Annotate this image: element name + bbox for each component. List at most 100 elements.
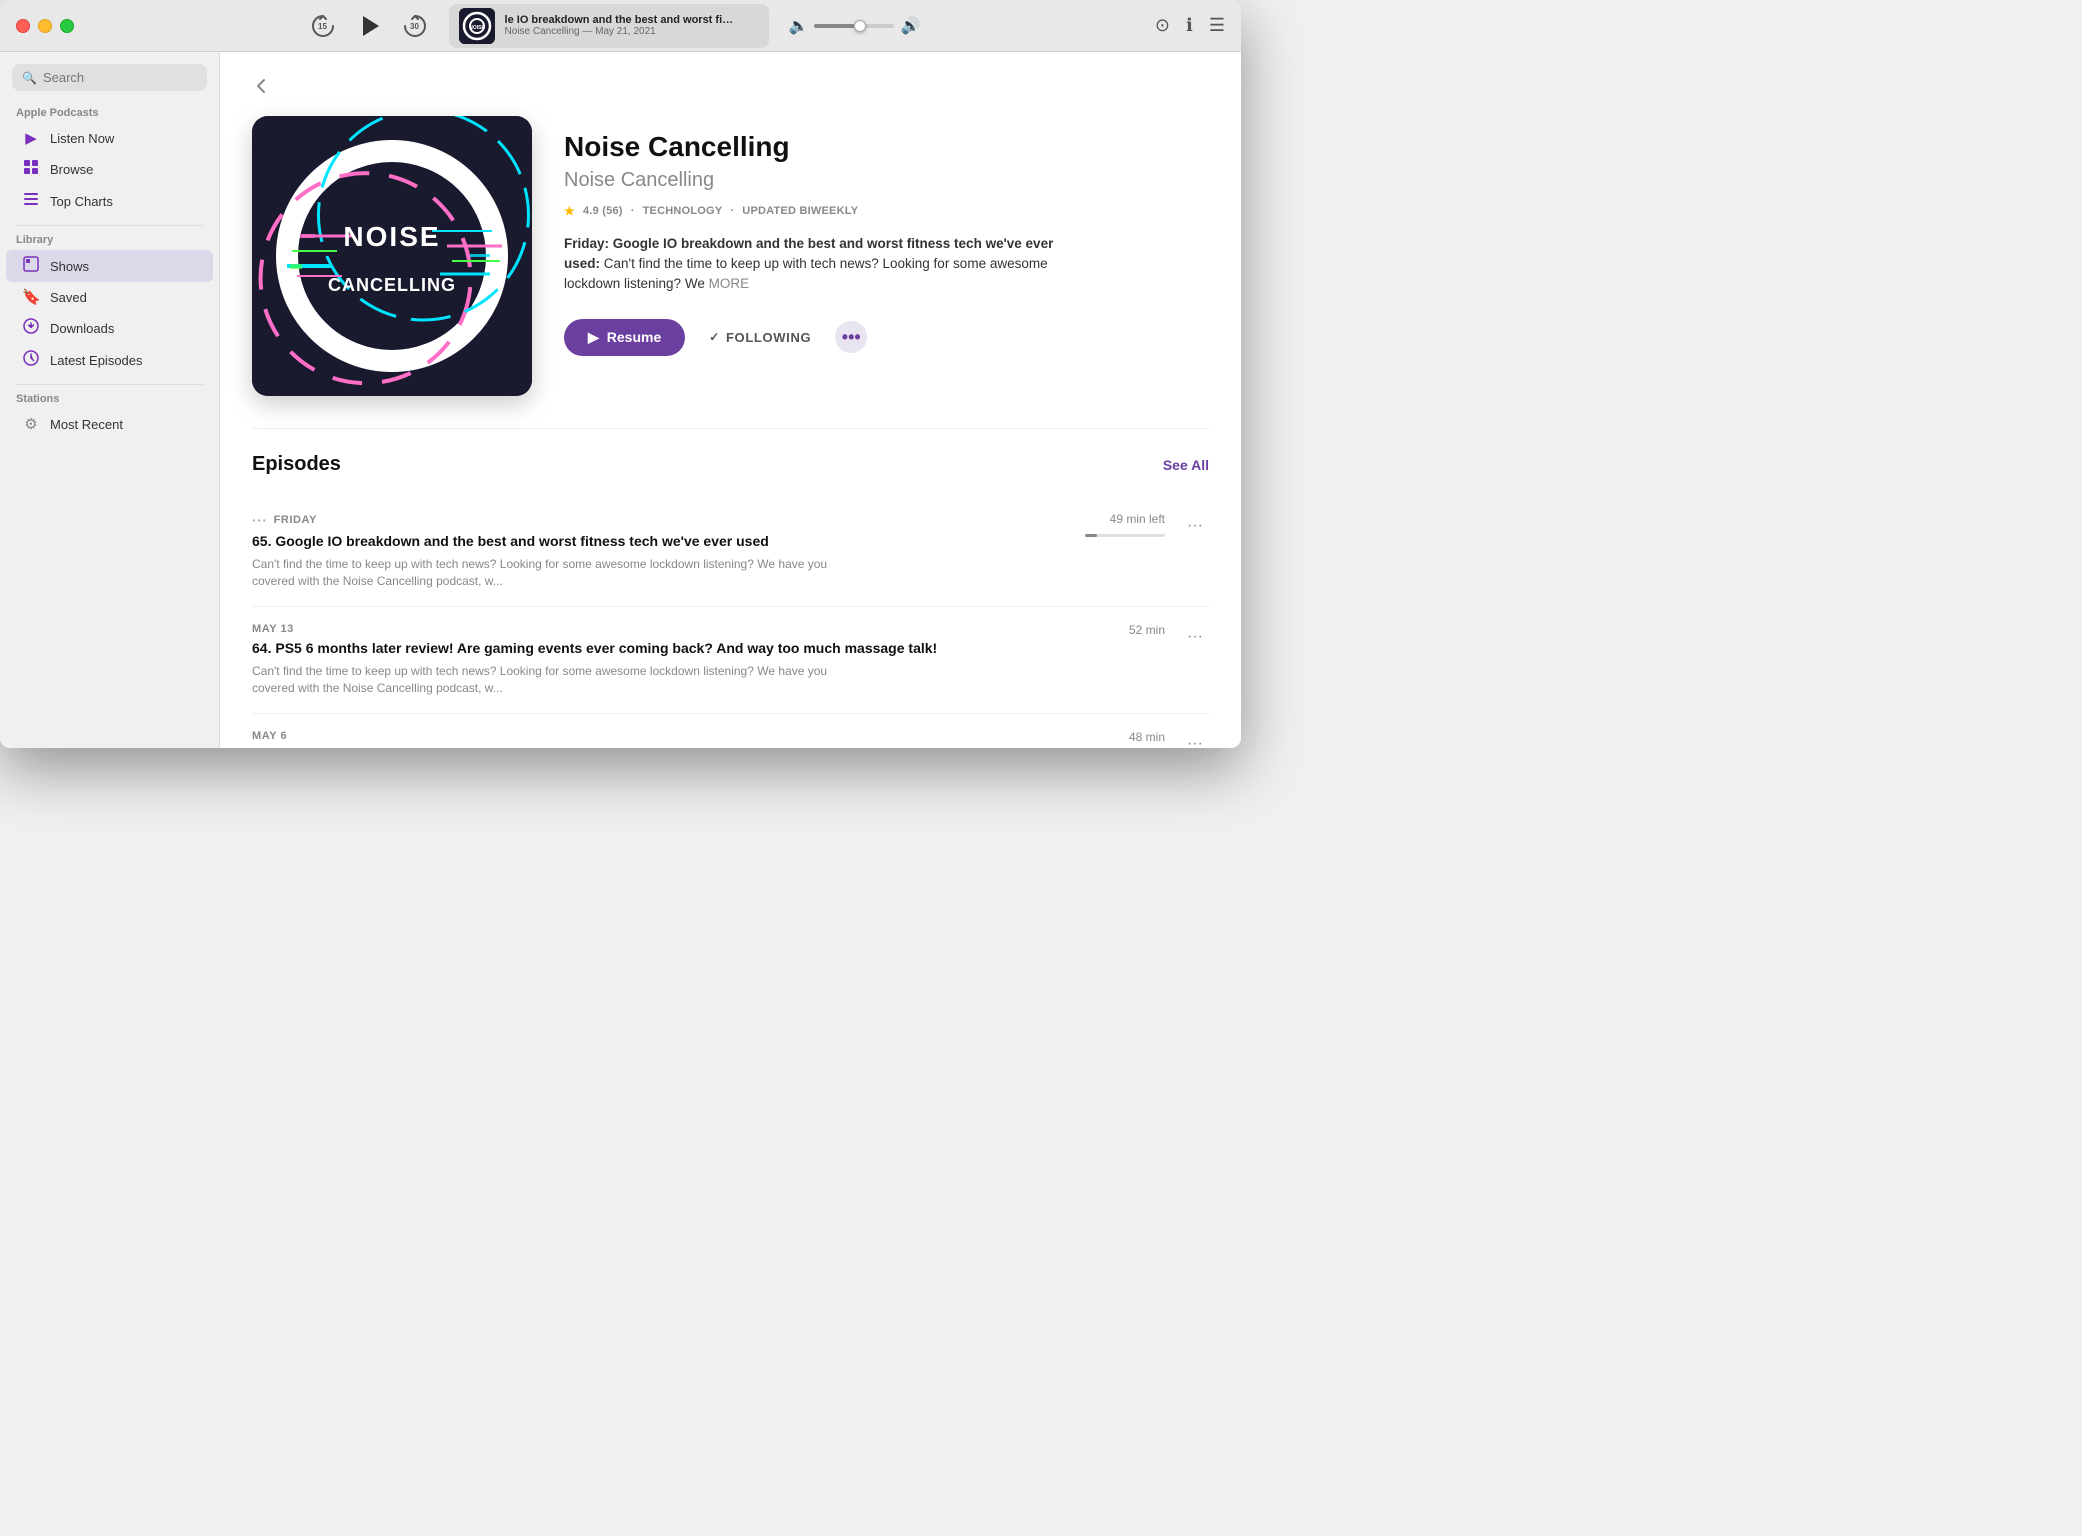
titlebar: 15 30 bbox=[0, 0, 1241, 52]
episode-title-2[interactable]: 63. The best and worst laptops you can b… bbox=[252, 746, 1029, 748]
checkmark-icon: ✓ bbox=[709, 330, 720, 344]
sidebar-item-browse[interactable]: Browse bbox=[6, 153, 213, 185]
close-button[interactable] bbox=[16, 19, 30, 33]
svg-text:15: 15 bbox=[318, 22, 327, 31]
titlebar-right: ⊙ ℹ ☰ bbox=[1155, 15, 1225, 36]
episode-duration-2: 48 min bbox=[1129, 730, 1165, 744]
volume-thumb bbox=[854, 20, 866, 32]
now-playing-artwork: NOISE bbox=[459, 8, 495, 44]
episode-meta-1: 52 min bbox=[1045, 623, 1165, 637]
gear-icon: ⚙ bbox=[22, 415, 40, 433]
sidebar-item-latest-episodes[interactable]: Latest Episodes bbox=[6, 344, 213, 376]
grid-icon bbox=[22, 159, 40, 179]
now-playing-widget[interactable]: NOISE le IO breakdown and the best and w… bbox=[449, 4, 769, 48]
sidebar-item-saved[interactable]: 🔖 Saved bbox=[6, 282, 213, 312]
more-link[interactable]: MORE bbox=[709, 276, 750, 291]
resume-button[interactable]: ▶ Resume bbox=[564, 319, 685, 356]
minimize-button[interactable] bbox=[38, 19, 52, 33]
episode-date-0: ··· FRIDAY bbox=[252, 512, 1029, 528]
rewind-button[interactable]: 15 bbox=[309, 12, 337, 40]
sidebar-divider-2 bbox=[16, 384, 203, 385]
titlebar-controls: 15 30 bbox=[74, 4, 1155, 48]
traffic-lights bbox=[16, 19, 74, 33]
sidebar-item-downloads[interactable]: Downloads bbox=[6, 312, 213, 344]
podcast-description: Friday: Google IO breakdown and the best… bbox=[564, 234, 1084, 295]
sidebar-shows-label: Shows bbox=[50, 259, 89, 274]
see-all-link[interactable]: See All bbox=[1163, 457, 1209, 473]
episodes-section: Episodes See All ··· FRIDAY 65. Google I… bbox=[252, 428, 1209, 748]
playback-controls: 15 30 bbox=[309, 12, 429, 40]
play-button[interactable] bbox=[355, 12, 383, 40]
sidebar-browse-label: Browse bbox=[50, 162, 93, 177]
episode-item-2: MAY 6 63. The best and worst laptops you… bbox=[252, 714, 1209, 748]
podcast-artwork: NOISE CANCELLING bbox=[252, 116, 532, 396]
search-input[interactable] bbox=[43, 70, 197, 85]
apple-podcasts-label: Apple Podcasts bbox=[0, 107, 219, 123]
volume-low-icon: 🔈 bbox=[789, 16, 809, 36]
update-frequency: UPDATED BIWEEKLY bbox=[742, 205, 858, 217]
back-button[interactable] bbox=[252, 76, 272, 96]
episode-date-1: MAY 13 bbox=[252, 623, 1029, 635]
episode-desc-1: Can't find the time to keep up with tech… bbox=[252, 663, 832, 697]
rating-value: 4.9 (56) bbox=[583, 205, 623, 217]
stations-label: Stations bbox=[0, 393, 219, 409]
episode-progress-fill-0 bbox=[1085, 534, 1097, 537]
info-icon[interactable]: ℹ bbox=[1186, 15, 1193, 36]
episodes-header: Episodes See All bbox=[252, 453, 1209, 476]
episode-title-0[interactable]: 65. Google IO breakdown and the best and… bbox=[252, 532, 1029, 550]
volume-slider[interactable] bbox=[814, 24, 894, 28]
episode-main-2: MAY 6 63. The best and worst laptops you… bbox=[252, 730, 1029, 748]
episode-more-button-1[interactable]: ··· bbox=[1181, 623, 1209, 651]
sidebar-item-shows[interactable]: Shows bbox=[6, 250, 213, 282]
episode-title-1[interactable]: 64. PS5 6 months later review! Are gamin… bbox=[252, 639, 1029, 657]
sidebar-most-recent-label: Most Recent bbox=[50, 417, 123, 432]
app-window: 15 30 bbox=[0, 0, 1241, 748]
menu-icon[interactable]: ☰ bbox=[1209, 15, 1225, 36]
episode-more-button-2[interactable]: ··· bbox=[1181, 730, 1209, 748]
maximize-button[interactable] bbox=[60, 19, 74, 33]
svg-text:CANCELLING: CANCELLING bbox=[328, 275, 456, 295]
sidebar-item-top-charts[interactable]: Top Charts bbox=[6, 185, 213, 217]
search-bar[interactable]: 🔍 bbox=[12, 64, 207, 91]
sidebar-top-charts-label: Top Charts bbox=[50, 194, 113, 209]
sidebar-divider-1 bbox=[16, 225, 203, 226]
volume-high-icon: 🔊 bbox=[900, 16, 920, 36]
svg-text:30: 30 bbox=[410, 22, 419, 31]
list-icon bbox=[22, 191, 40, 211]
clock-icon bbox=[22, 350, 40, 370]
episodes-title: Episodes bbox=[252, 453, 341, 476]
sidebar: 🔍 Apple Podcasts ▶ Listen Now Browse bbox=[0, 52, 220, 748]
download-icon bbox=[22, 318, 40, 338]
volume-control[interactable]: 🔈 🔊 bbox=[789, 16, 921, 36]
main-content: 🔍 Apple Podcasts ▶ Listen Now Browse bbox=[0, 52, 1241, 748]
sidebar-item-listen-now[interactable]: ▶ Listen Now bbox=[6, 123, 213, 153]
star-icon: ★ bbox=[564, 204, 575, 218]
category-label: TECHNOLOGY bbox=[643, 205, 723, 217]
volume-fill bbox=[814, 24, 854, 28]
library-label: Library bbox=[0, 234, 219, 250]
episode-main-0: ··· FRIDAY 65. Google IO breakdown and t… bbox=[252, 512, 1029, 590]
episode-duration-1: 52 min bbox=[1129, 623, 1165, 637]
sidebar-downloads-label: Downloads bbox=[50, 321, 114, 336]
podcast-header: NOISE CANCELLING Noise Cancelling Noise … bbox=[252, 116, 1209, 396]
more-options-button[interactable]: ••• bbox=[835, 321, 867, 353]
episode-desc-0: Can't find the time to keep up with tech… bbox=[252, 556, 832, 590]
svg-text:NOISE: NOISE bbox=[469, 25, 485, 31]
episode-progress-0 bbox=[1085, 534, 1165, 537]
sidebar-item-label: Listen Now bbox=[50, 131, 114, 146]
forward-button[interactable]: 30 bbox=[401, 12, 429, 40]
sidebar-latest-label: Latest Episodes bbox=[50, 353, 143, 368]
play-circle-icon: ▶ bbox=[22, 129, 40, 147]
podcast-actions: ▶ Resume ✓ FOLLOWING ••• bbox=[564, 319, 1084, 356]
podcast-meta: Noise Cancelling Noise Cancelling ★ 4.9 … bbox=[564, 116, 1084, 396]
episode-main-1: MAY 13 64. PS5 6 months later review! Ar… bbox=[252, 623, 1029, 697]
now-playing-subtitle: Noise Cancelling — May 21, 2021 bbox=[505, 26, 735, 37]
sidebar-item-most-recent[interactable]: ⚙ Most Recent bbox=[6, 409, 213, 439]
now-playing-title: le IO breakdown and the best and worst f… bbox=[505, 14, 735, 26]
episode-dot-icon: ··· bbox=[252, 512, 268, 528]
episode-item: ··· FRIDAY 65. Google IO breakdown and t… bbox=[252, 496, 1209, 607]
episode-more-button-0[interactable]: ··· bbox=[1181, 512, 1209, 540]
episode-item-1: MAY 13 64. PS5 6 months later review! Ar… bbox=[252, 607, 1209, 714]
airplay-icon[interactable]: ⊙ bbox=[1155, 15, 1170, 36]
now-playing-text: le IO breakdown and the best and worst f… bbox=[505, 14, 735, 37]
